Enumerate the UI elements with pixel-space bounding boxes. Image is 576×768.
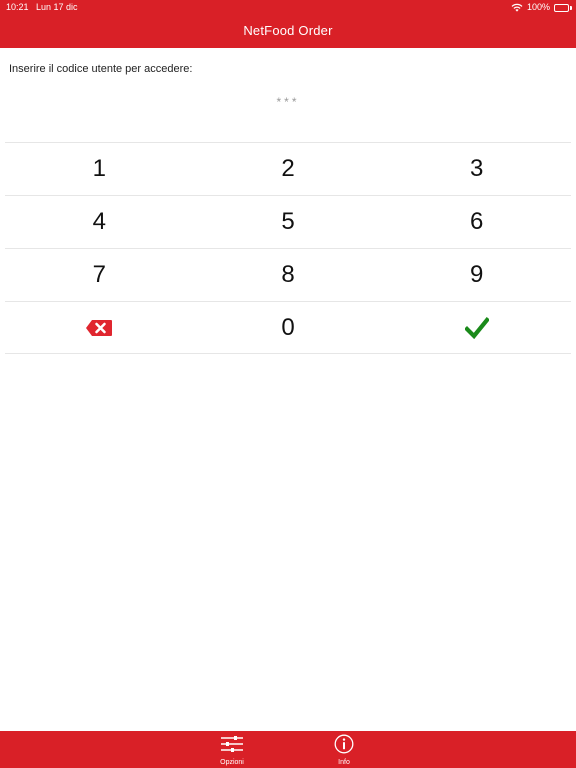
key-2[interactable]: 2 xyxy=(194,143,383,195)
keypad: 1 2 3 4 5 6 7 8 9 0 xyxy=(5,142,571,354)
checkmark-icon xyxy=(464,316,489,339)
sliders-icon xyxy=(221,736,243,752)
status-bar: 10:21 Lun 17 dic 100% xyxy=(0,0,576,15)
status-time: 10:21 xyxy=(6,2,29,12)
keypad-row: 4 5 6 xyxy=(5,195,571,248)
app-header: 10:21 Lun 17 dic 100% NetFood Order xyxy=(0,0,576,48)
tab-info[interactable]: Info xyxy=(314,731,374,768)
key-8[interactable]: 8 xyxy=(194,249,383,301)
key-7[interactable]: 7 xyxy=(5,249,194,301)
key-5[interactable]: 5 xyxy=(194,196,383,248)
key-0[interactable]: 0 xyxy=(194,302,383,353)
tab-options-label: Opzioni xyxy=(220,759,244,766)
confirm-button[interactable] xyxy=(382,302,571,353)
battery-icon xyxy=(554,3,572,12)
key-3[interactable]: 3 xyxy=(382,143,571,195)
battery-percent: 100% xyxy=(526,2,550,12)
page-title: NetFood Order xyxy=(243,23,333,38)
tab-options[interactable]: Opzioni xyxy=(202,731,262,768)
delete-button[interactable] xyxy=(5,302,194,353)
tab-info-label: Info xyxy=(338,759,350,766)
keypad-row: 1 2 3 xyxy=(5,142,571,195)
keypad-row: 7 8 9 xyxy=(5,248,571,301)
bottom-tab-bar: Opzioni Info xyxy=(0,731,576,768)
keypad-row: 0 xyxy=(5,301,571,354)
status-date: Lun 17 dic xyxy=(36,2,78,12)
status-indicators: 100% xyxy=(511,0,572,15)
key-6[interactable]: 6 xyxy=(382,196,571,248)
wifi-icon xyxy=(511,3,523,12)
login-prompt: Inserire il codice utente per accedere: xyxy=(9,63,193,75)
key-1[interactable]: 1 xyxy=(5,143,194,195)
code-display: *** xyxy=(276,95,300,109)
key-4[interactable]: 4 xyxy=(5,196,194,248)
app-screen: 10:21 Lun 17 dic 100% NetFood Order Inse… xyxy=(0,0,576,768)
key-9[interactable]: 9 xyxy=(382,249,571,301)
info-icon xyxy=(334,734,354,754)
backspace-icon xyxy=(86,319,113,336)
